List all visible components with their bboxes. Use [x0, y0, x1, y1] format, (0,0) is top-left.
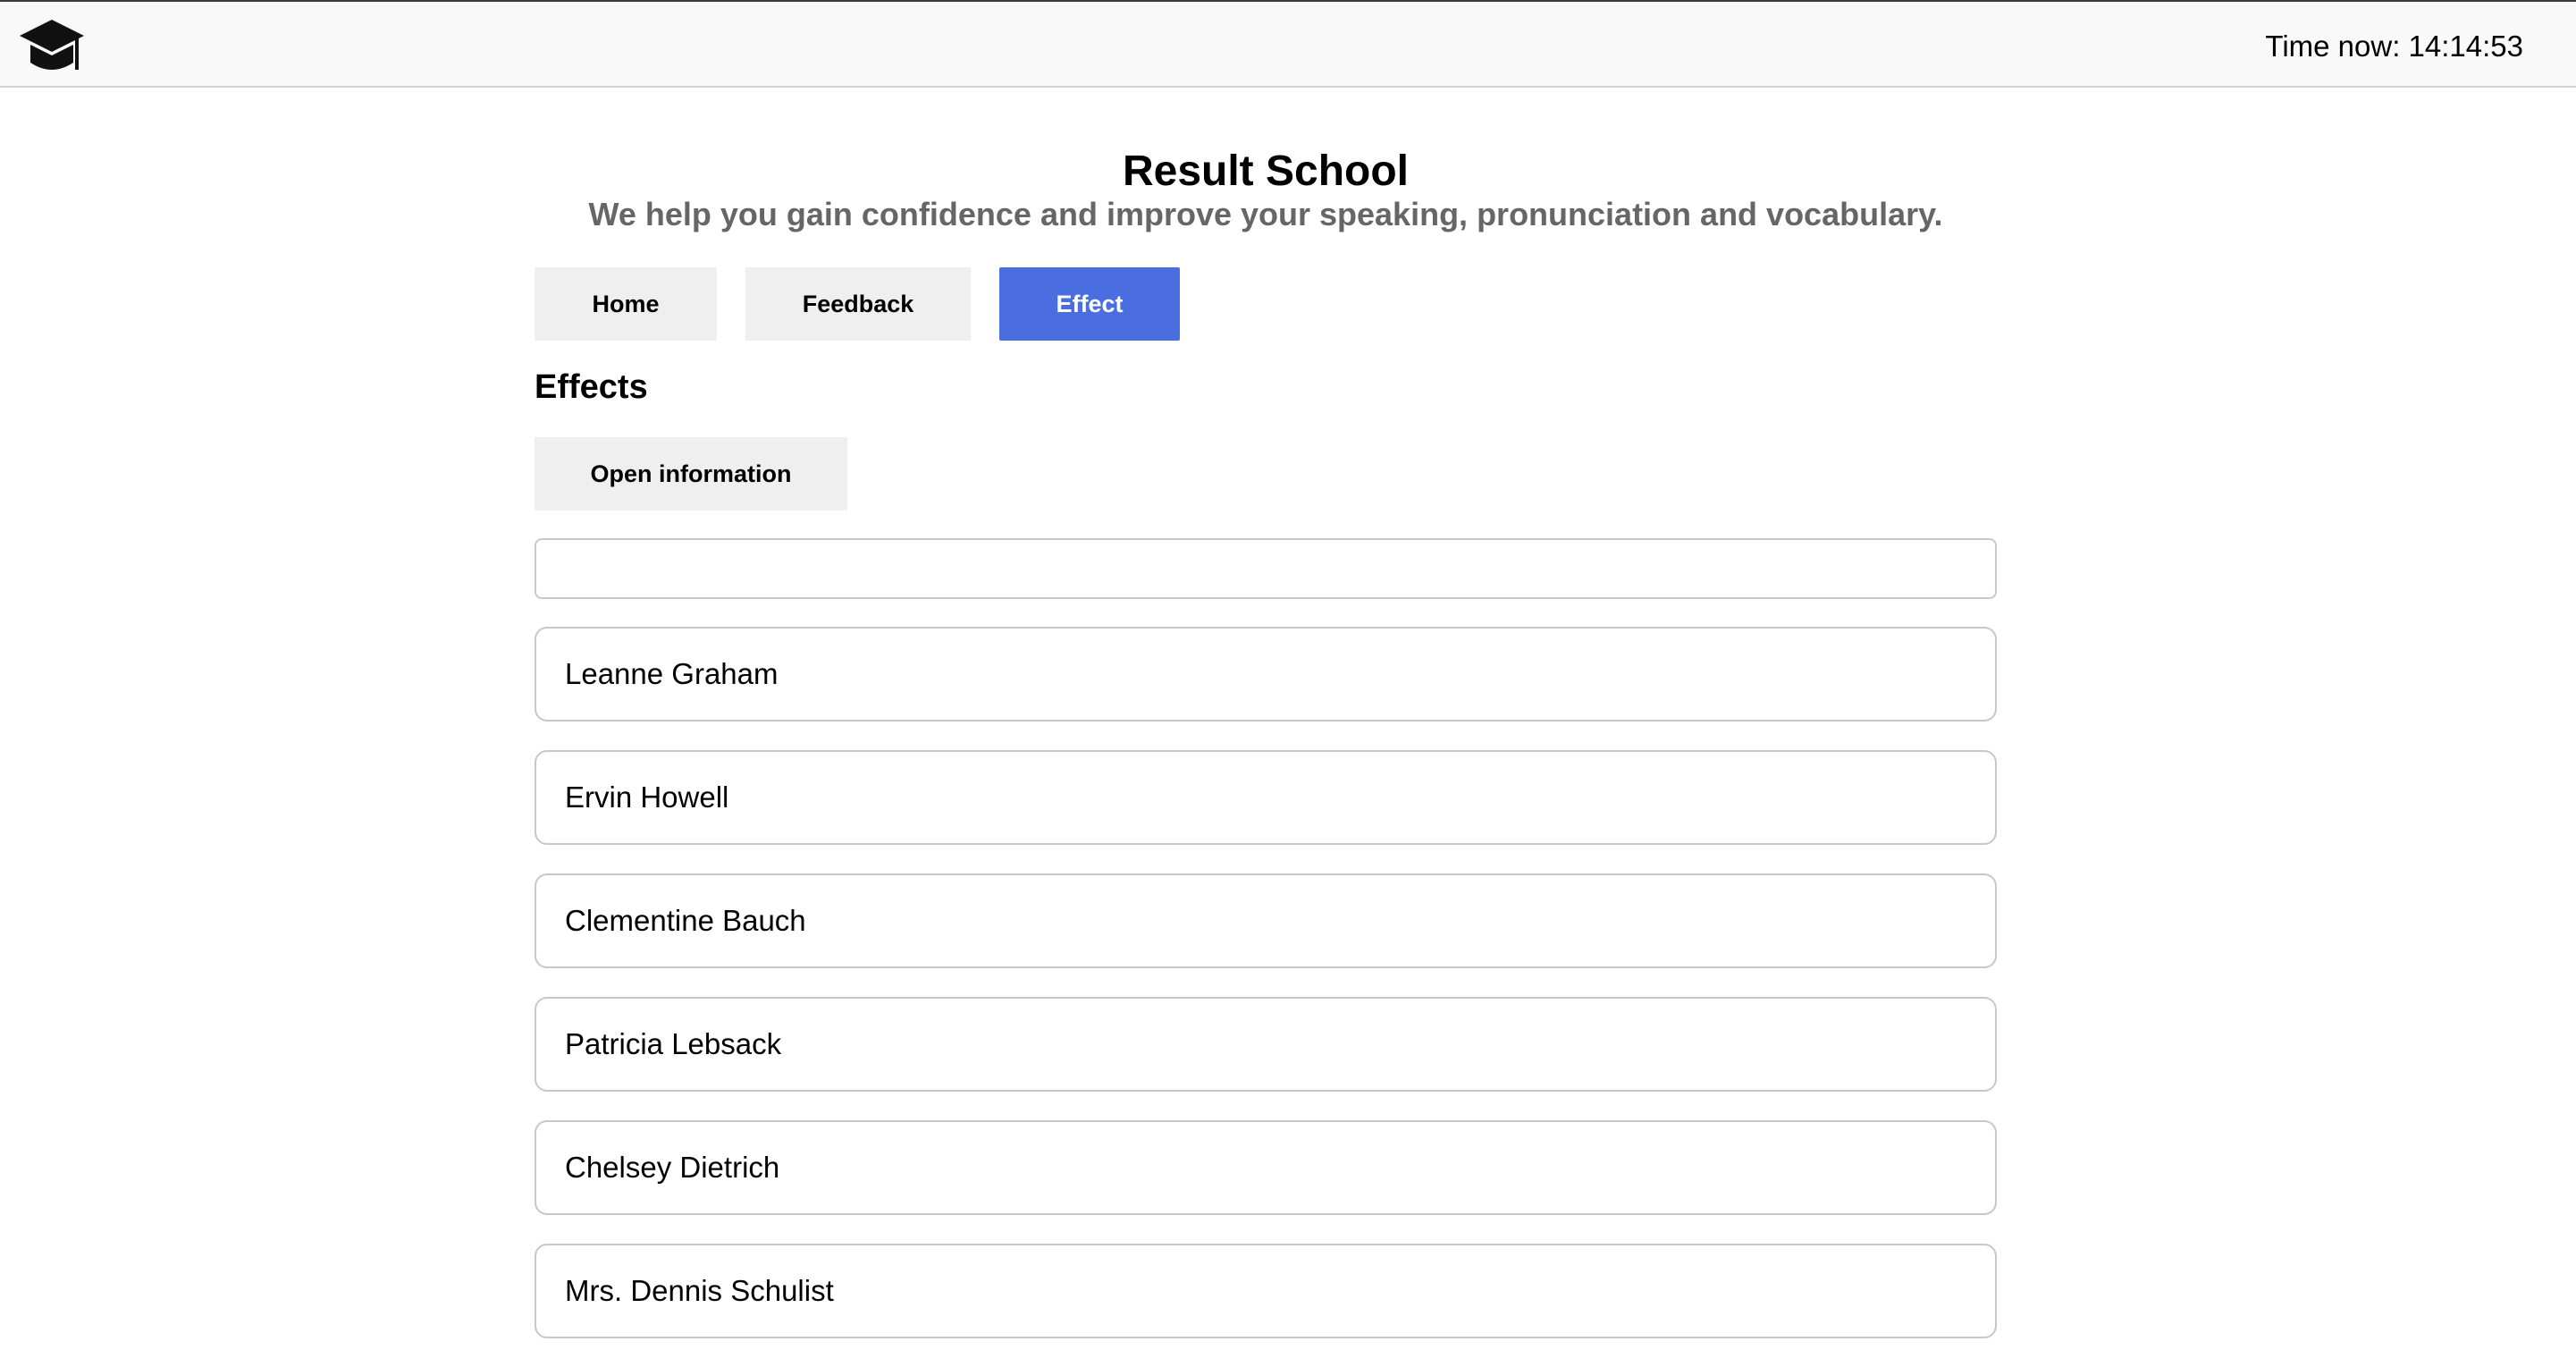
nav-feedback-button[interactable]: Feedback: [745, 267, 971, 341]
main-navigation: Home Feedback Effect: [535, 267, 1180, 341]
user-list-item[interactable]: Patricia Lebsack: [535, 997, 1997, 1092]
user-list-item[interactable]: Mrs. Dennis Schulist: [535, 1244, 1997, 1338]
user-list: Leanne Graham Ervin Howell Clementine Ba…: [535, 627, 1997, 1367]
user-list-item[interactable]: Ervin Howell: [535, 750, 1997, 845]
top-bar: Time now: 14:14:53: [0, 0, 2576, 88]
graduation-cap-icon[interactable]: [18, 18, 86, 77]
user-list-item[interactable]: Chelsey Dietrich: [535, 1120, 1997, 1215]
user-list-item[interactable]: Leanne Graham: [535, 627, 1997, 721]
current-time-display: Time now: 14:14:53: [2265, 30, 2523, 63]
open-information-button[interactable]: Open information: [535, 437, 847, 511]
site-title: Result School: [1122, 148, 1410, 195]
filter-input[interactable]: [535, 538, 1997, 599]
nav-home-button[interactable]: Home: [535, 267, 717, 341]
nav-effect-button[interactable]: Effect: [999, 267, 1180, 341]
user-list-item[interactable]: Clementine Bauch: [535, 873, 1997, 968]
effects-heading: Effects: [535, 368, 648, 406]
site-subtitle: We help you gain confidence and improve …: [588, 196, 1943, 232]
